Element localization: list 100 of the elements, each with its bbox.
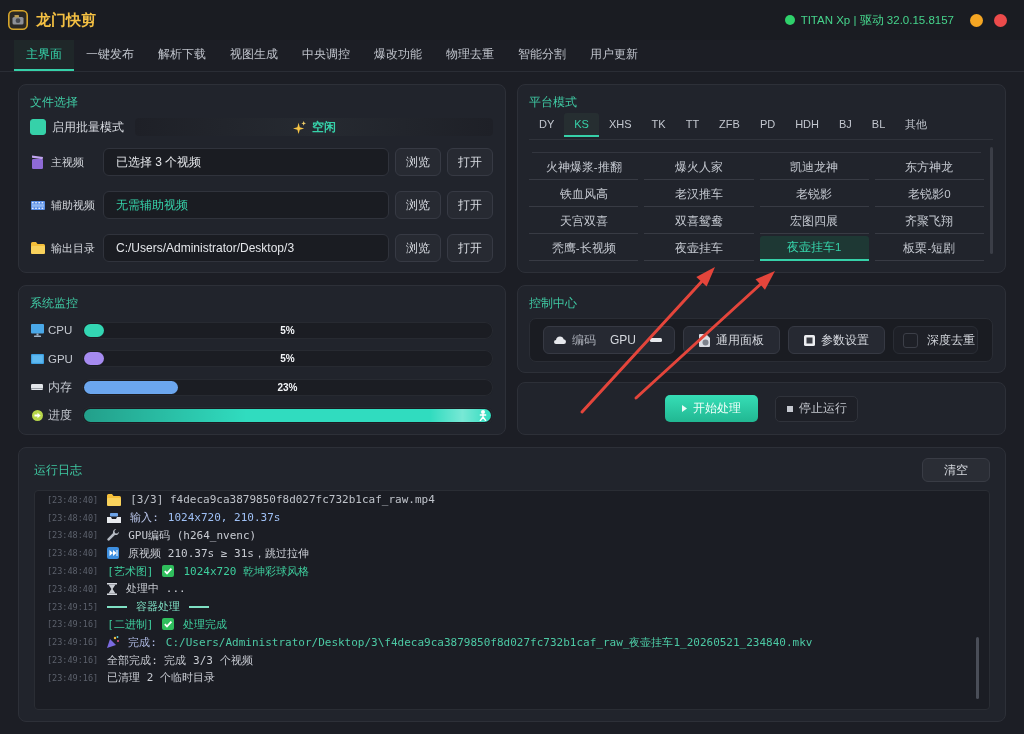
clapperboard-icon [32, 155, 43, 169]
log-message: 处理完成 [183, 616, 228, 632]
main-tab[interactable]: 物理去重 [434, 40, 506, 71]
platform-tab[interactable]: XHS [598, 113, 642, 137]
monitor-label: GPU [48, 352, 74, 365]
main-tab[interactable]: 一键发布 [74, 40, 146, 71]
monitor-label: CPU [48, 324, 74, 336]
play-icon [682, 405, 687, 412]
log-message: 处理中 ... [126, 581, 186, 597]
log-timestamp: [23:49:16] [47, 619, 99, 630]
main-tab[interactable]: 主界面 [14, 40, 74, 71]
file-action-button[interactable]: 浏览 [395, 191, 441, 219]
preset-option[interactable]: 爆火人家 [644, 155, 754, 180]
path-field[interactable]: C:/Users/Administrator/Desktop/3 [103, 234, 389, 262]
log-tag: [二进制] [107, 616, 154, 632]
stop-button[interactable]: 停止运行 [775, 395, 858, 422]
file-action-button[interactable]: 浏览 [395, 148, 441, 176]
log-message: 1024x720 乾坤彩球风格 [183, 563, 310, 579]
screen-icon [30, 353, 44, 364]
log-timestamp: [23:49:16] [47, 637, 99, 648]
gpu-status-text: TITAN Xp | 驱动 32.0.15.8157 [800, 12, 954, 28]
close-button[interactable] [994, 13, 1007, 27]
folder-icon [30, 242, 45, 254]
check-icon [162, 618, 175, 631]
preset-option[interactable]: 凯迪龙神 [759, 155, 869, 180]
encoder-select[interactable]: 编码 GPU [543, 326, 675, 354]
preset-option[interactable]: 东方神龙 [874, 155, 984, 180]
preset-option[interactable]: 老锐影0 [874, 182, 984, 207]
usage-reading: 23% [277, 381, 298, 393]
sparkle-icon [292, 120, 306, 134]
preset-option[interactable]: 火神爆浆-推翻 [529, 155, 639, 180]
tray-icon [107, 512, 122, 523]
square-icon [804, 334, 815, 346]
control-button[interactable]: 参数设置 [788, 326, 885, 354]
main-tab[interactable]: 智能分割 [506, 40, 578, 71]
preset-option[interactable]: 天宫双喜 [529, 209, 639, 234]
main-tab[interactable]: 视图生成 [218, 40, 290, 71]
platform-tab[interactable]: BJ [829, 113, 862, 137]
platform-tab[interactable]: PD [749, 113, 786, 137]
preset-option[interactable]: 老汉推车 [644, 182, 754, 207]
log-timestamp: [23:48:40] [47, 583, 99, 594]
preset-option[interactable]: 板栗-短剧 [874, 236, 984, 261]
file-action-button[interactable]: 打开 [447, 191, 493, 219]
file-action-button[interactable]: 浏览 [395, 234, 441, 262]
preset-option[interactable]: 老锐影 [759, 182, 869, 207]
figure-icon [479, 410, 487, 421]
preset-option[interactable]: 双喜鸳鸯 [644, 209, 754, 234]
main-tab[interactable]: 用户更新 [578, 40, 650, 71]
platform-tab[interactable]: KS [564, 113, 599, 137]
app-logo-icon [8, 10, 28, 30]
log-timestamp: [23:48:40] [47, 566, 99, 577]
log-message: GPU编码 (h264_nvenc) [128, 528, 257, 543]
usage-reading: 5% [280, 324, 295, 336]
preset-option[interactable]: 秃鹰-长视频 [529, 236, 639, 261]
wrench-icon [107, 529, 120, 542]
platform-tab[interactable]: BL [861, 113, 896, 137]
log-message: 已清理 2 个临时目录 [107, 670, 216, 686]
log-message: 全部完成: 完成 3/3 个视频 [107, 652, 253, 668]
arrow-right-icon [31, 410, 43, 421]
main-tab[interactable]: 中央调控 [290, 40, 362, 71]
clear-button[interactable]: 清空 [922, 458, 990, 482]
path-field[interactable]: 已选择 3 个视频 [103, 148, 389, 176]
dedupe-toggle[interactable]: 深度去重 [893, 326, 978, 354]
preset-option[interactable]: 铁血风高 [529, 182, 639, 207]
main-tab[interactable]: 解析下载 [146, 40, 218, 71]
preset-option[interactable]: 夜壶挂车1 [759, 236, 869, 261]
document-icon [699, 333, 710, 347]
usage-reading: 5% [280, 353, 295, 364]
log-message: C:/Users/Administrator/Desktop/3\f4deca9ca3879850f8d027fc732b1caf_raw_夜壶挂车1_20260521_234840.mkv [165, 634, 813, 650]
panel-title: 系统监控 [30, 295, 79, 311]
path-field[interactable]: 无需辅助视频 [103, 191, 389, 219]
monitor-icon [30, 323, 44, 337]
cloud-icon [554, 336, 566, 344]
log-label: 完成: [128, 634, 157, 650]
checkbox-label: 启用批量模式 [52, 118, 124, 136]
platform-tab[interactable]: ZFB [709, 113, 750, 137]
log-timestamp: [23:48:40] [47, 512, 99, 523]
preset-option[interactable]: 齐聚飞翔 [874, 209, 984, 234]
checkbox[interactable] [30, 119, 46, 135]
preset-option[interactable]: 夜壶挂车 [644, 236, 754, 261]
platform-tab[interactable]: DY [529, 113, 565, 137]
field-label: 辅助视频 [51, 197, 96, 213]
log-timestamp: [23:48:40] [47, 548, 99, 559]
file-action-button[interactable]: 打开 [447, 148, 493, 176]
log-message: [3/3] f4deca9ca3879850f8d027fc732b1caf_raw.mp4 [130, 493, 435, 507]
scrollbar[interactable] [976, 637, 979, 699]
platform-tab[interactable]: TT [675, 113, 710, 137]
minimize-button[interactable] [970, 13, 983, 27]
preset-option[interactable]: 宏图四展 [759, 209, 869, 234]
log-label: 输入: [130, 510, 159, 526]
main-tab[interactable]: 爆改功能 [362, 40, 434, 71]
log-tag: [艺术图] [107, 563, 154, 579]
platform-tab[interactable]: 其他 [895, 113, 938, 137]
checkbox[interactable] [903, 332, 918, 348]
platform-tab[interactable]: TK [641, 113, 676, 137]
file-action-button[interactable]: 打开 [447, 234, 493, 262]
log-timestamp: [23:48:40] [47, 494, 99, 505]
monitor-label: 进度 [48, 408, 73, 423]
control-button[interactable]: 通用面板 [683, 326, 780, 354]
platform-tab[interactable]: HDH [785, 113, 829, 137]
